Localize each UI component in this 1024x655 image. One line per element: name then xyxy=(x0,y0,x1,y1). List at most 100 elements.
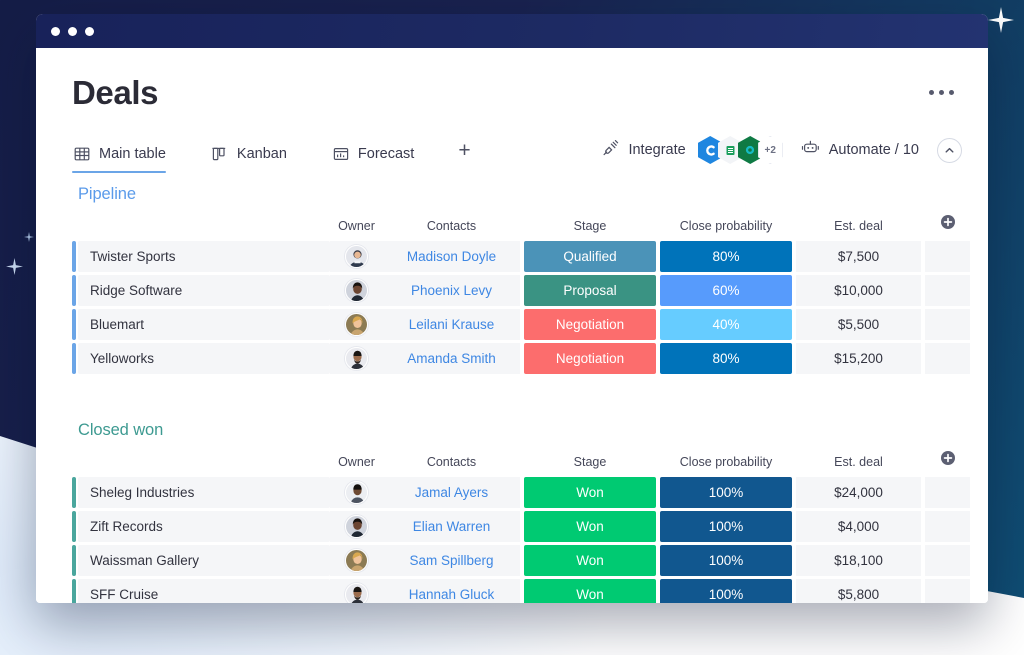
owner-cell[interactable] xyxy=(330,309,383,340)
header-contacts[interactable]: Contacts xyxy=(383,214,520,238)
deal-name[interactable]: Waissman Gallery xyxy=(78,545,330,576)
empty-cell[interactable] xyxy=(925,275,970,306)
tab-label: Forecast xyxy=(358,146,414,162)
deal-amount[interactable]: $18,100 xyxy=(796,545,921,576)
header-owner[interactable]: Owner xyxy=(330,450,383,474)
contact-link[interactable]: Madison Doyle xyxy=(383,241,520,272)
probability-pill: 40% xyxy=(660,309,792,340)
deal-amount[interactable]: $24,000 xyxy=(796,477,921,508)
window-maximize-dot[interactable] xyxy=(85,27,94,36)
owner-cell[interactable] xyxy=(330,477,383,508)
stage-cell[interactable]: Negotiation xyxy=(524,309,656,340)
add-view-button[interactable]: + xyxy=(458,140,476,169)
stage-cell[interactable]: Won xyxy=(524,545,656,576)
empty-cell[interactable] xyxy=(925,545,970,576)
empty-cell[interactable] xyxy=(925,477,970,508)
deal-name[interactable]: Twister Sports xyxy=(78,241,330,272)
header-stage[interactable]: Stage xyxy=(524,214,656,238)
stage-pill: Negotiation xyxy=(524,343,656,374)
header-add-column[interactable] xyxy=(925,214,970,238)
add-column-icon[interactable] xyxy=(940,450,956,466)
probability-cell[interactable]: 100% xyxy=(660,579,792,603)
integration-app-icons[interactable]: +2 xyxy=(698,136,783,164)
empty-cell[interactable] xyxy=(925,309,970,340)
probability-cell[interactable]: 40% xyxy=(660,309,792,340)
window-close-dot[interactable] xyxy=(51,27,60,36)
header-deal[interactable]: Est. deal xyxy=(796,450,921,474)
deal-amount[interactable]: $10,000 xyxy=(796,275,921,306)
tab-kanban[interactable]: Kanban xyxy=(210,135,301,173)
contact-link[interactable]: Leilani Krause xyxy=(383,309,520,340)
table-row[interactable]: Bluemart Leilani Krause Negotiation 40% … xyxy=(72,309,970,340)
group-title[interactable]: Pipeline xyxy=(72,185,962,204)
deal-amount[interactable]: $5,800 xyxy=(796,579,921,603)
table-row[interactable]: Twister Sports Madison Doyle Qualified 8… xyxy=(72,241,970,272)
pipeline-table: Owner Contacts Stage Close probability E… xyxy=(72,211,970,377)
group-title[interactable]: Closed won xyxy=(72,421,962,440)
probability-pill: 100% xyxy=(660,545,792,576)
header-contacts[interactable]: Contacts xyxy=(383,450,520,474)
owner-cell[interactable] xyxy=(330,241,383,272)
empty-cell[interactable] xyxy=(925,511,970,542)
toolbar-actions: Integrate xyxy=(602,136,962,172)
table-row[interactable]: SFF Cruise Hannah Gluck Won 100% $5,800 xyxy=(72,579,970,603)
contact-link[interactable]: Jamal Ayers xyxy=(383,477,520,508)
deal-amount[interactable]: $15,200 xyxy=(796,343,921,374)
stage-cell[interactable]: Qualified xyxy=(524,241,656,272)
tab-main-table[interactable]: Main table xyxy=(72,135,180,173)
deal-name[interactable]: Sheleg Industries xyxy=(78,477,330,508)
empty-cell[interactable] xyxy=(925,579,970,603)
deal-amount[interactable]: $5,500 xyxy=(796,309,921,340)
stage-cell[interactable]: Negotiation xyxy=(524,343,656,374)
table-row[interactable]: Ridge Software Phoenix Levy Proposal 60%… xyxy=(72,275,970,306)
more-horizontal-icon[interactable] xyxy=(929,76,954,95)
probability-cell[interactable]: 100% xyxy=(660,477,792,508)
deal-name[interactable]: SFF Cruise xyxy=(78,579,330,603)
contact-link[interactable]: Hannah Gluck xyxy=(383,579,520,603)
integration-count-badge[interactable]: +2 xyxy=(758,136,783,164)
stage-cell[interactable]: Proposal xyxy=(524,275,656,306)
probability-cell[interactable]: 80% xyxy=(660,343,792,374)
contact-link[interactable]: Amanda Smith xyxy=(383,343,520,374)
chevron-up-icon[interactable] xyxy=(937,138,962,163)
deal-name[interactable]: Yelloworks xyxy=(78,343,330,374)
owner-cell[interactable] xyxy=(330,343,383,374)
deal-amount[interactable]: $4,000 xyxy=(796,511,921,542)
owner-cell[interactable] xyxy=(330,545,383,576)
deal-name[interactable]: Ridge Software xyxy=(78,275,330,306)
header-add-column[interactable] xyxy=(925,450,970,474)
header-stage[interactable]: Stage xyxy=(524,450,656,474)
table-grid-icon xyxy=(74,146,90,162)
table-row[interactable]: Waissman Gallery Sam Spillberg Won 100% … xyxy=(72,545,970,576)
probability-cell[interactable]: 80% xyxy=(660,241,792,272)
contact-link[interactable]: Elian Warren xyxy=(383,511,520,542)
stage-cell[interactable]: Won xyxy=(524,579,656,603)
table-row[interactable]: Sheleg Industries Jamal Ayers Won 100% $… xyxy=(72,477,970,508)
deal-amount[interactable]: $7,500 xyxy=(796,241,921,272)
header-owner[interactable]: Owner xyxy=(330,214,383,238)
tab-forecast[interactable]: Forecast xyxy=(331,135,428,173)
probability-cell[interactable]: 100% xyxy=(660,545,792,576)
add-column-icon[interactable] xyxy=(940,214,956,230)
contact-link[interactable]: Phoenix Levy xyxy=(383,275,520,306)
probability-cell[interactable]: 60% xyxy=(660,275,792,306)
table-row[interactable]: Zift Records Elian Warren Won 100% $4,00… xyxy=(72,511,970,542)
header-deal[interactable]: Est. deal xyxy=(796,214,921,238)
table-row[interactable]: Yelloworks Amanda Smith Negotiation 80% … xyxy=(72,343,970,374)
stage-cell[interactable]: Won xyxy=(524,511,656,542)
automate-button[interactable]: Automate / 10 xyxy=(801,139,919,161)
deal-name[interactable]: Zift Records xyxy=(78,511,330,542)
empty-cell[interactable] xyxy=(925,343,970,374)
probability-cell[interactable]: 100% xyxy=(660,511,792,542)
owner-cell[interactable] xyxy=(330,275,383,306)
integrate-button[interactable]: Integrate xyxy=(602,136,782,164)
header-probability[interactable]: Close probability xyxy=(660,214,792,238)
window-minimize-dot[interactable] xyxy=(68,27,77,36)
contact-link[interactable]: Sam Spillberg xyxy=(383,545,520,576)
header-probability[interactable]: Close probability xyxy=(660,450,792,474)
stage-cell[interactable]: Won xyxy=(524,477,656,508)
owner-cell[interactable] xyxy=(330,511,383,542)
empty-cell[interactable] xyxy=(925,241,970,272)
owner-cell[interactable] xyxy=(330,579,383,603)
deal-name[interactable]: Bluemart xyxy=(78,309,330,340)
